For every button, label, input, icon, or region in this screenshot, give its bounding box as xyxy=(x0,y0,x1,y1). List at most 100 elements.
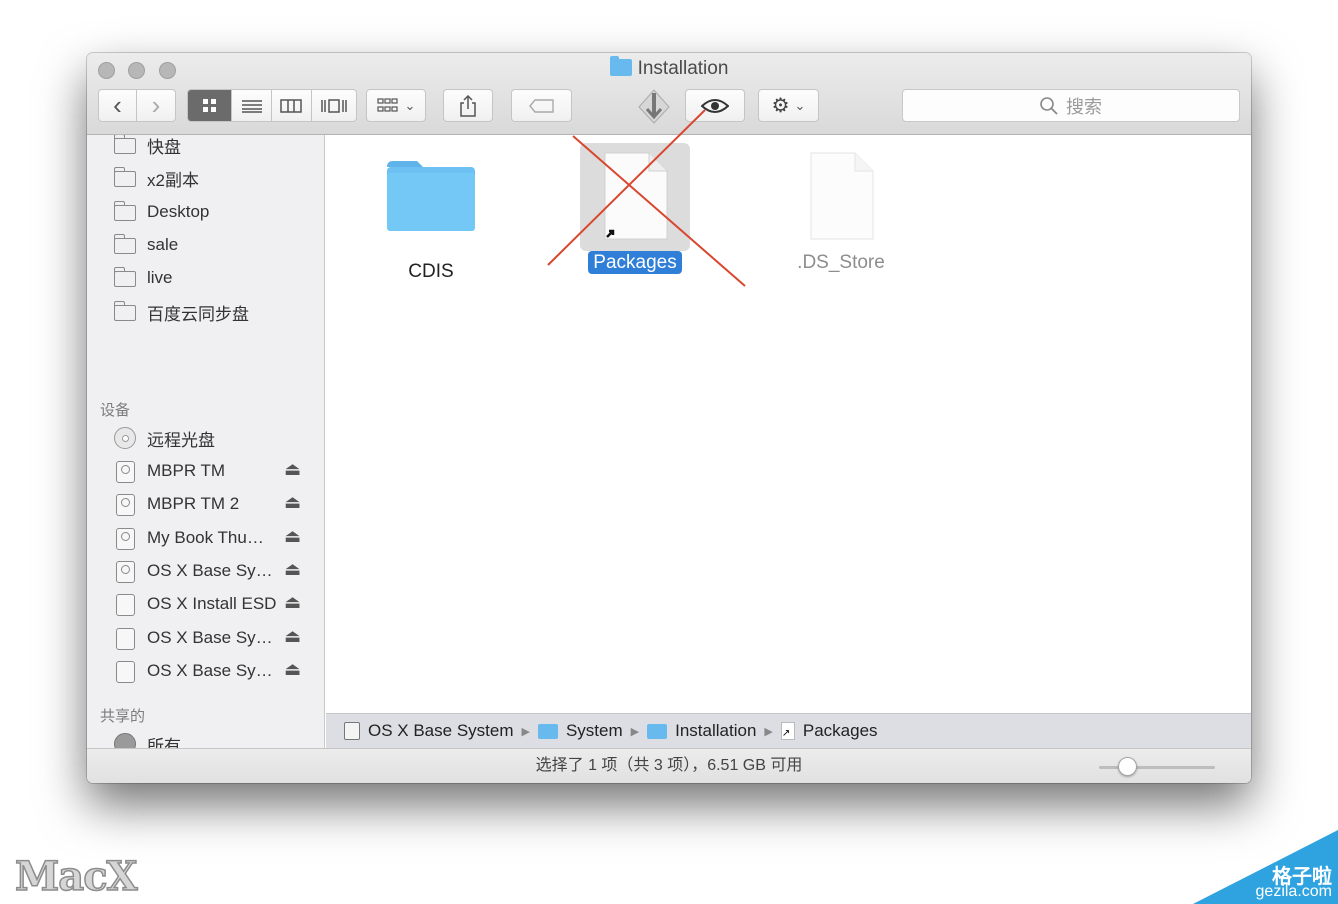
devices-header: 设备 xyxy=(100,402,131,419)
sidebar-item-remote-disc[interactable]: 远程光盘 xyxy=(113,423,313,453)
arrange-button[interactable]: ⌄ xyxy=(366,89,426,122)
grid-icon xyxy=(202,98,216,112)
toolbar: Installation ‹ › ⌄ ⚙ ⌄ 搜索 xyxy=(87,53,1251,135)
column-view-button[interactable] xyxy=(272,90,312,121)
sidebar-item-mbpr-tm2[interactable]: MBPR TM 2 xyxy=(113,489,313,519)
action-button[interactable]: ⚙ ⌄ xyxy=(758,89,819,122)
share-button[interactable] xyxy=(443,89,493,122)
status-bar: 选择了 1 项（共 3 项），6.51 GB 可用 xyxy=(87,748,1251,783)
forward-button[interactable]: › xyxy=(137,90,175,121)
eject-icon[interactable]: ⏏ xyxy=(284,492,301,513)
chevron-down-icon: ⌄ xyxy=(404,97,416,113)
path-item-system[interactable]: System xyxy=(566,721,623,741)
timemachine-disk-icon xyxy=(113,461,137,483)
gezila-watermark: 格子啦 gezila.com xyxy=(1193,830,1338,904)
status-text: 选择了 1 项（共 3 项），6.51 GB 可用 xyxy=(535,757,803,774)
sidebar-item-mybook[interactable]: My Book Thu… xyxy=(113,523,313,553)
disk-icon xyxy=(113,661,137,683)
folder-icon xyxy=(387,161,475,231)
folder-icon xyxy=(647,723,668,739)
eject-icon[interactable]: ⏏ xyxy=(284,626,301,647)
cd-icon xyxy=(113,427,137,449)
timemachine-disk-icon xyxy=(113,528,137,550)
sidebar-item-osx-base-3[interactable]: OS X Base Sy… xyxy=(113,656,313,686)
tag-icon xyxy=(528,98,554,113)
share-icon xyxy=(460,94,476,117)
back-button[interactable]: ‹ xyxy=(99,90,138,121)
tags-button[interactable] xyxy=(511,89,572,122)
view-switcher xyxy=(187,89,357,122)
path-separator-icon: ▶ xyxy=(764,725,773,738)
search-icon xyxy=(1040,96,1058,115)
folder-icon xyxy=(113,234,137,255)
file-name: CDIS xyxy=(408,261,454,282)
eject-icon[interactable]: ⏏ xyxy=(284,526,301,547)
sidebar-item-live[interactable]: live xyxy=(113,263,313,293)
path-bar: OS X Base System ▶ System ▶ Installation… xyxy=(326,713,1251,748)
document-icon xyxy=(810,152,874,240)
macx-watermark: MacX xyxy=(14,852,138,901)
folder-icon xyxy=(113,167,137,188)
sidebar-item-desktop[interactable]: Desktop xyxy=(113,197,313,227)
eye-icon xyxy=(701,98,729,113)
folder-icon xyxy=(113,135,137,155)
sidebar-item-baidu[interactable]: 百度云同步盘 xyxy=(113,297,313,327)
file-browser: CDIS Packages .DS_Store xyxy=(326,135,1251,713)
eject-icon[interactable]: ⏏ xyxy=(284,659,301,680)
timemachine-disk-icon xyxy=(113,561,137,583)
sidebar-item-x2[interactable]: x2副本 xyxy=(113,163,313,193)
file-item-ds-store[interactable]: .DS_Store xyxy=(786,151,896,274)
install-dropped-icon xyxy=(635,87,673,125)
timemachine-disk-icon xyxy=(113,494,137,516)
sidebar: 快盘 x2副本 Desktop sale live 百度云同步盘 设备 远程光盘… xyxy=(87,135,325,748)
disk-icon xyxy=(113,594,137,616)
folder-icon xyxy=(113,301,137,322)
eject-icon[interactable]: ⏏ xyxy=(284,559,301,580)
icon-view-button[interactable] xyxy=(188,90,233,121)
disk-icon xyxy=(344,722,360,740)
path-item-volume[interactable]: OS X Base System xyxy=(368,721,514,741)
alias-document-icon xyxy=(604,152,668,240)
path-item-packages[interactable]: Packages xyxy=(803,721,878,741)
sidebar-item-sale[interactable]: sale xyxy=(113,230,313,260)
gear-icon: ⚙ xyxy=(771,95,790,117)
coverflow-icon xyxy=(321,98,347,113)
file-name: .DS_Store xyxy=(797,252,885,273)
path-separator-icon: ▶ xyxy=(630,725,640,738)
sidebar-item-osx-base-1[interactable]: OS X Base Sy… xyxy=(113,556,313,586)
quicklook-button[interactable] xyxy=(685,89,745,122)
list-icon xyxy=(241,99,262,113)
columns-icon xyxy=(280,98,303,113)
file-name: Packages xyxy=(588,251,682,274)
path-item-installation[interactable]: Installation xyxy=(675,721,756,741)
nav-buttons: ‹ › xyxy=(98,89,176,122)
sidebar-item-osx-install-esd[interactable]: OS X Install ESD xyxy=(113,589,313,619)
network-globe-icon xyxy=(113,733,137,748)
finder-window: Installation ‹ › ⌄ ⚙ ⌄ 搜索 快盘 x2副本 Deskto… xyxy=(87,53,1251,783)
alias-document-icon: ↗ xyxy=(780,722,795,740)
window-title: Installation xyxy=(87,56,1251,80)
path-separator-icon: ▶ xyxy=(521,725,530,738)
folder-icon xyxy=(113,201,137,222)
arrange-grid-icon xyxy=(376,97,398,112)
eject-icon[interactable]: ⏏ xyxy=(284,459,301,480)
coverflow-view-button[interactable] xyxy=(312,90,356,121)
icon-size-slider[interactable] xyxy=(1099,766,1215,769)
sidebar-item-kuaipan[interactable]: 快盘 xyxy=(113,135,313,160)
disk-icon xyxy=(113,628,137,650)
file-item-packages[interactable]: Packages xyxy=(580,151,690,274)
eject-icon[interactable]: ⏏ xyxy=(284,592,301,613)
search-field[interactable]: 搜索 xyxy=(902,89,1240,122)
sidebar-item-mbpr-tm[interactable]: MBPR TM xyxy=(113,456,313,486)
list-view-button[interactable] xyxy=(232,90,272,121)
search-placeholder: 搜索 xyxy=(1066,96,1102,117)
folder-icon xyxy=(609,56,632,76)
folder-icon xyxy=(113,267,137,288)
sidebar-item-all-shared[interactable]: 所有… xyxy=(113,729,313,748)
icon-size-slider-knob[interactable] xyxy=(1118,757,1137,776)
chevron-right-icon: › xyxy=(151,90,161,120)
chevron-left-icon: ‹ xyxy=(113,90,122,120)
file-item-cdis[interactable]: CDIS xyxy=(381,157,481,283)
sidebar-item-osx-base-2[interactable]: OS X Base Sy… xyxy=(113,623,313,653)
chevron-down-icon: ⌄ xyxy=(794,97,806,113)
